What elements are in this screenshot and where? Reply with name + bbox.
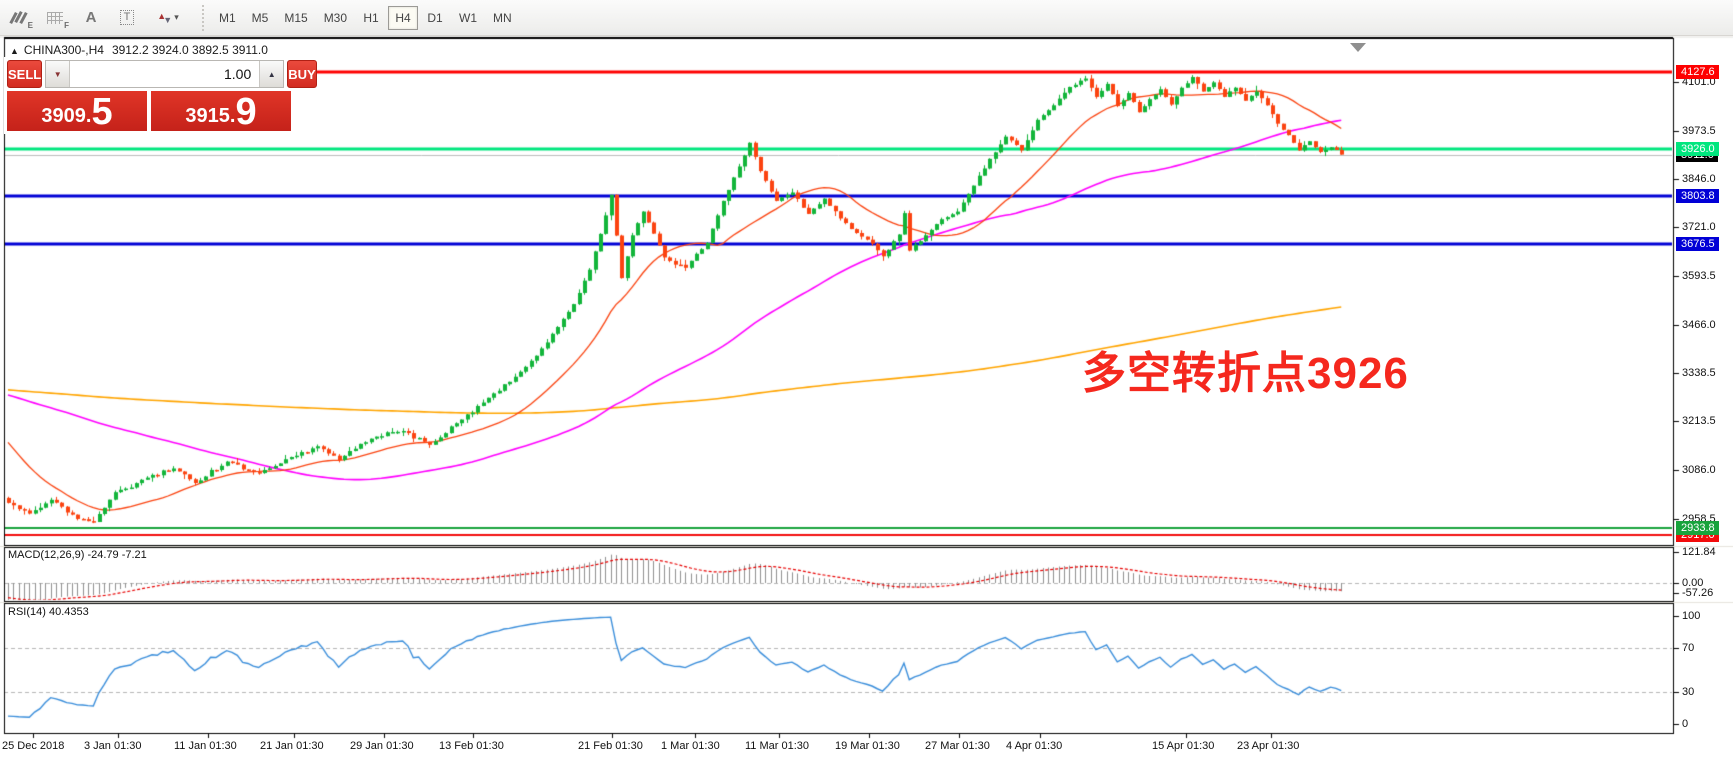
indicators-icon[interactable]: E [2,5,36,31]
buy-price-display[interactable]: 3915.9 [151,91,291,131]
date-tick-label: 23 Apr 01:30 [1237,740,1299,752]
timeframe-button-MN[interactable]: MN [486,6,519,30]
buy-button[interactable]: BUY [287,60,316,88]
price-tick-label: 3846.0 [1682,173,1716,185]
indicator-scale-label: -57.26 [1682,587,1713,599]
volume-input[interactable] [70,61,259,87]
date-tick-label: 25 Dec 2018 [2,740,64,752]
indicator-letter: E [28,21,33,30]
price-badge: 3926.0 [1676,142,1719,156]
chevron-down-icon: ▾ [174,12,179,23]
price-badge: 4127.6 [1676,65,1719,79]
price-badge: 3803.8 [1676,189,1719,203]
indicator-scale-label: 0 [1682,718,1688,730]
toolbar: E F A T ▲▼ ▾ M1M5M15M30H1H4D1W1MN [0,0,1733,36]
macd-label: MACD(12,26,9) -24.79 -7.21 [8,549,147,561]
price-tick-label: 3466.0 [1682,319,1716,331]
grid-glyph [47,12,63,24]
timeframe-group: M1M5M15M30H1H4D1W1MN [211,6,520,30]
chart-header: ▲ CHINA300-,H4 3912.2 3924.0 3892.5 3911.0 [10,43,268,57]
volume-decrease-button[interactable]: ▼ [46,61,70,87]
arrange-objects-icon[interactable]: ▲▼ ▾ [146,5,190,31]
symbol-timeframe: CHINA300-,H4 [24,43,104,57]
date-tick-label: 21 Feb 01:30 [578,740,643,752]
volume-stepper: ▼ ▲ [45,60,284,88]
price-tick-label: 3086.0 [1682,464,1716,476]
price-tick-label: 3593.5 [1682,270,1716,282]
buy-price-pip: 9 [235,95,256,129]
one-click-trade-panel: SELL ▼ ▲ BUY 3909.5 3915.9 [4,57,294,134]
indicator-scale-label: 30 [1682,686,1694,698]
date-tick-label: 11 Mar 01:30 [745,740,809,752]
toolbar-separator [200,5,205,31]
date-tick-label: 13 Feb 01:30 [439,740,504,752]
price-badge: 3676.5 [1676,237,1719,251]
text-box-icon[interactable]: T [110,5,144,31]
ohlc-readout: 3912.2 3924.0 3892.5 3911.0 [112,43,268,57]
text-label-icon[interactable]: A [74,5,108,31]
date-tick-label: 4 Apr 01:30 [1006,740,1062,752]
sell-button[interactable]: SELL [7,60,42,88]
timeframe-button-M1[interactable]: M1 [212,6,243,30]
price-tick-label: 3721.0 [1682,221,1716,233]
rsi-label: RSI(14) 40.4353 [8,606,89,618]
timeframe-button-D1[interactable]: D1 [420,6,450,30]
volume-increase-button[interactable]: ▲ [259,61,283,87]
text-box-glyph: T [120,10,135,25]
price-tick-label: 3338.5 [1682,367,1716,379]
indicator-scale-label: 100 [1682,610,1700,622]
indicator-bars-glyph [11,11,27,25]
timeframe-button-M15[interactable]: M15 [277,6,314,30]
collapse-chart-icon[interactable]: ▲ [10,46,19,56]
text-label-glyph: A [86,9,97,26]
date-tick-label: 21 Jan 01:30 [260,740,324,752]
timeframe-button-H4[interactable]: H4 [388,6,418,30]
chart-annotation-text: 多空转折点3926 [1082,337,1409,401]
grid-letter: F [64,21,69,30]
autoscroll-marker-icon[interactable] [1350,43,1366,52]
trading-terminal: E F A T ▲▼ ▾ M1M5M15M30H1H4D1W1MN ▲CHINA… [0,0,1733,757]
date-tick-label: 27 Mar 01:30 [925,740,990,752]
price-badge: 2933.8 [1676,521,1719,535]
timeframe-button-W1[interactable]: W1 [452,6,484,30]
indicator-scale-label: 121.84 [1682,546,1716,558]
price-tick-label: 3213.5 [1682,415,1716,427]
timeframe-button-M5[interactable]: M5 [245,6,276,30]
sell-price-main: 3909 [41,103,86,129]
arrange-arrows-glyph: ▲▼ [157,11,171,25]
date-tick-label: 1 Mar 01:30 [661,740,720,752]
date-tick-label: 15 Apr 01:30 [1152,740,1214,752]
buy-price-main: 3915 [185,103,230,129]
price-tick-label: 3973.5 [1682,125,1716,137]
date-tick-label: 11 Jan 01:30 [174,740,237,752]
date-tick-label: 29 Jan 01:30 [350,740,414,752]
timeframe-button-M30[interactable]: M30 [317,6,354,30]
indicator-scale-label: 70 [1682,642,1694,654]
sell-price-pip: 5 [91,95,112,129]
sell-price-display[interactable]: 3909.5 [7,91,147,131]
grid-icon[interactable]: F [38,5,72,31]
timeframe-button-H1[interactable]: H1 [356,6,386,30]
date-tick-label: 19 Mar 01:30 [835,740,900,752]
date-tick-label: 3 Jan 01:30 [84,740,142,752]
